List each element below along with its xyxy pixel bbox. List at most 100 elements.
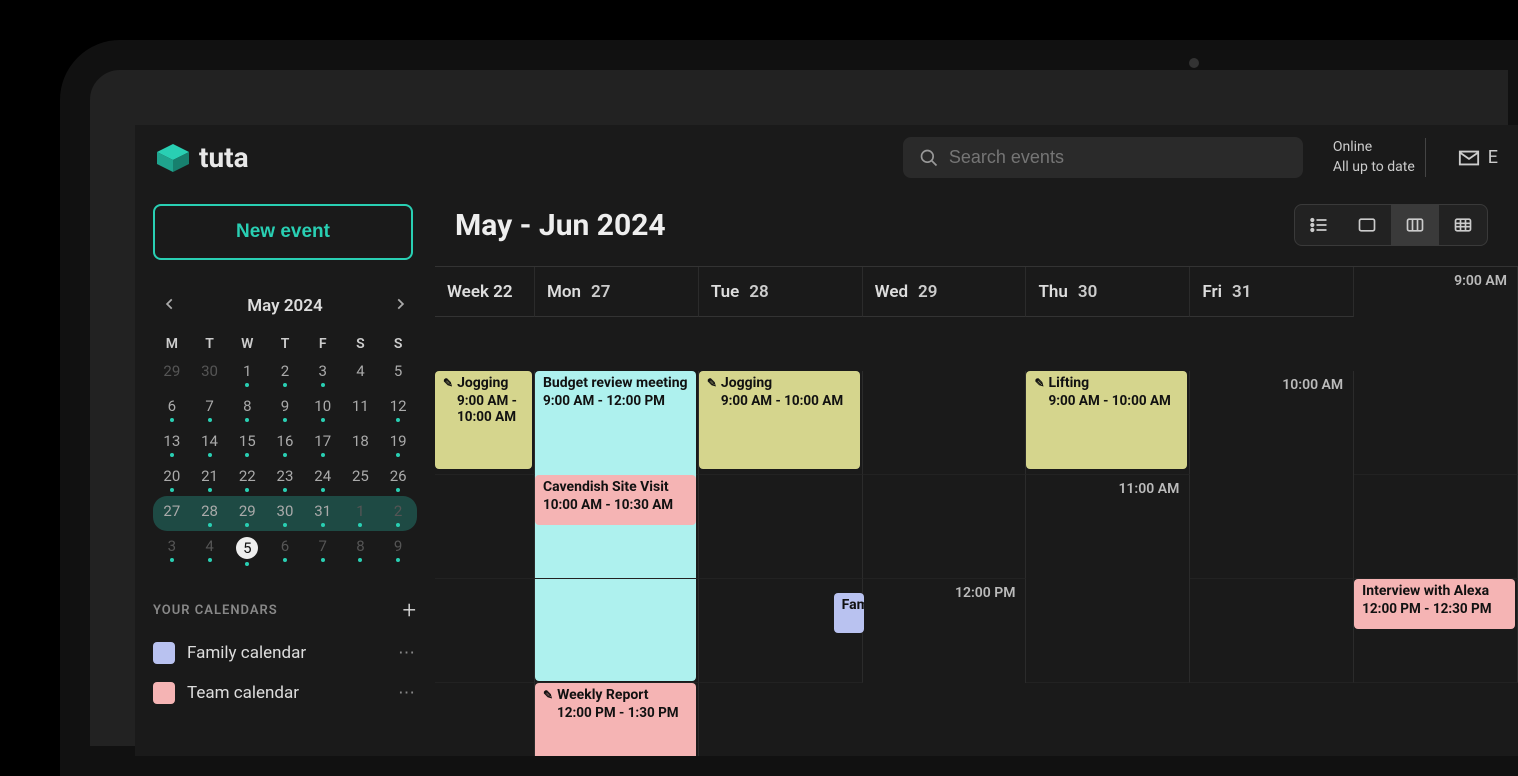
next-month-button[interactable] [387,290,413,322]
mini-cal-day[interactable]: 22 [228,461,266,496]
mini-cal-day[interactable]: 15 [228,426,266,461]
day-header[interactable]: Mon27 [535,267,699,317]
grid-cell[interactable]: Interview with Alexa 12:00 PM - 12:30 PM [1354,579,1518,683]
mini-cal-day[interactable]: 10 [304,391,342,426]
mini-cal-day[interactable]: 19 [379,426,417,461]
mini-cal-day[interactable]: 2 [379,496,417,531]
grid-cell[interactable]: ✎Weekly Report 12:00 PM - 1:30 PM [535,683,699,756]
mini-cal-day[interactable]: 25 [342,461,380,496]
grid-cell[interactable] [1354,371,1518,475]
grid-cell[interactable] [535,579,699,683]
mini-cal-day[interactable]: 6 [266,531,304,570]
grid-cell[interactable] [1026,579,1190,683]
mini-cal-day[interactable]: 20 [153,461,191,496]
app-logo: tuta [155,141,249,174]
grid-cell[interactable]: Cavendish Site Visit 10:00 AM - 10:30 AM [535,475,699,579]
mini-cal-day[interactable]: 9 [379,531,417,570]
mini-cal-day[interactable]: 4 [342,356,380,391]
week-label: Week 22 [435,267,535,317]
grid-cell[interactable] [435,579,535,683]
grid-cell[interactable]: ✎Jogging 9:00 AM - 10:00 AM [699,371,863,475]
grid-cell[interactable]: Famil [699,579,863,683]
event-lifting[interactable]: ✎Lifting 9:00 AM - 10:00 AM [1026,371,1187,469]
mini-cal-day[interactable]: 2 [266,356,304,391]
mini-cal-day[interactable]: 30 [266,496,304,531]
mini-cal-day[interactable]: 17 [304,426,342,461]
mini-cal-day[interactable]: 5 [379,356,417,391]
event-family[interactable]: Famil [834,593,864,633]
grid-cell[interactable] [1190,475,1354,579]
mini-cal-day[interactable]: 13 [153,426,191,461]
mail-label: E [1488,147,1498,168]
mini-cal-day[interactable]: 12 [379,391,417,426]
mini-cal-day[interactable]: 16 [266,426,304,461]
event-cavendish[interactable]: Cavendish Site Visit 10:00 AM - 10:30 AM [535,475,696,525]
new-event-button[interactable]: New event [153,204,413,260]
grid-cell[interactable] [863,475,1027,579]
calendar-more-button[interactable]: ⋯ [398,643,417,663]
mini-cal-day[interactable]: 26 [379,461,417,496]
calendar-more-button[interactable]: ⋯ [398,683,417,703]
calendar-swatch [153,642,175,664]
mail-icon [1458,147,1480,169]
mini-cal-day[interactable]: 9 [266,391,304,426]
your-calendars-header: YOUR CALENDARS + [153,596,417,624]
search-box[interactable] [903,137,1303,178]
day-header[interactable]: Fri31 [1190,267,1354,317]
event-jogging-wed[interactable]: ✎Jogging 9:00 AM - 10:00 AM [699,371,860,469]
mini-cal-day[interactable]: 3 [304,356,342,391]
event-jogging-mon[interactable]: ✎Jogging 9:00 AM - 10:00 AM [435,371,532,469]
add-calendar-button[interactable]: + [402,596,417,624]
mini-cal-day[interactable]: 8 [342,531,380,570]
grid-cell[interactable] [435,683,535,756]
view-week-button[interactable] [1391,205,1439,245]
mini-cal-day[interactable]: 29 [228,496,266,531]
pencil-icon: ✎ [707,376,717,390]
mini-cal-day[interactable]: 28 [191,496,229,531]
mini-cal-day[interactable]: 1 [228,356,266,391]
calendar-item[interactable]: Family calendar ⋯ [153,642,417,664]
day-header[interactable]: Tue28 [699,267,863,317]
mini-cal-day[interactable]: 24 [304,461,342,496]
grid-cell[interactable] [863,371,1027,475]
mini-cal-day[interactable]: 29 [153,356,191,391]
view-day-button[interactable] [1343,205,1391,245]
mini-cal-day[interactable]: 21 [191,461,229,496]
mini-cal-day[interactable]: 27 [153,496,191,531]
mini-cal-dow: S [379,332,417,356]
calendar-header: May - Jun 2024 [435,190,1508,260]
mini-cal-day[interactable]: 3 [153,531,191,570]
grid-cell[interactable]: ✎Lifting 9:00 AM - 10:00 AM [1026,371,1190,475]
event-weekly-report[interactable]: ✎Weekly Report 12:00 PM - 1:30 PM [535,683,696,756]
mini-cal-day[interactable]: 7 [304,531,342,570]
mini-cal-day[interactable]: 1 [342,496,380,531]
prev-month-button[interactable] [157,290,183,322]
grid-cell[interactable] [435,475,535,579]
logo-text: tuta [199,141,249,174]
mini-cal-day[interactable]: 5 [228,531,266,570]
mini-cal-day[interactable]: 23 [266,461,304,496]
event-interview[interactable]: Interview with Alexa 12:00 PM - 12:30 PM [1354,579,1515,629]
grid-cell[interactable]: Budget review meeting 9:00 AM - 12:00 PM [535,371,699,475]
day-header[interactable]: Wed29 [863,267,1027,317]
grid-cell[interactable] [1190,579,1354,683]
mini-cal-day[interactable]: 7 [191,391,229,426]
mail-button[interactable]: E [1446,147,1498,169]
search-input[interactable] [949,147,1287,168]
grid-cell[interactable]: ✎Jogging 9:00 AM - 10:00 AM [435,371,535,475]
mini-cal-day[interactable]: 30 [191,356,229,391]
mini-cal-day[interactable]: 4 [191,531,229,570]
view-agenda-button[interactable] [1295,205,1343,245]
calendar-item[interactable]: Team calendar ⋯ [153,682,417,704]
view-month-button[interactable] [1439,205,1487,245]
mini-cal-day[interactable]: 6 [153,391,191,426]
day-header[interactable]: Thu30 [1026,267,1190,317]
grid-cell[interactable] [1354,475,1518,579]
grid-cell[interactable] [699,475,863,579]
mini-cal-day[interactable]: 31 [304,496,342,531]
mini-cal-day[interactable]: 11 [342,391,380,426]
top-bar: tuta Online All up to date E [135,125,1518,190]
mini-cal-day[interactable]: 18 [342,426,380,461]
mini-cal-day[interactable]: 8 [228,391,266,426]
mini-cal-day[interactable]: 14 [191,426,229,461]
